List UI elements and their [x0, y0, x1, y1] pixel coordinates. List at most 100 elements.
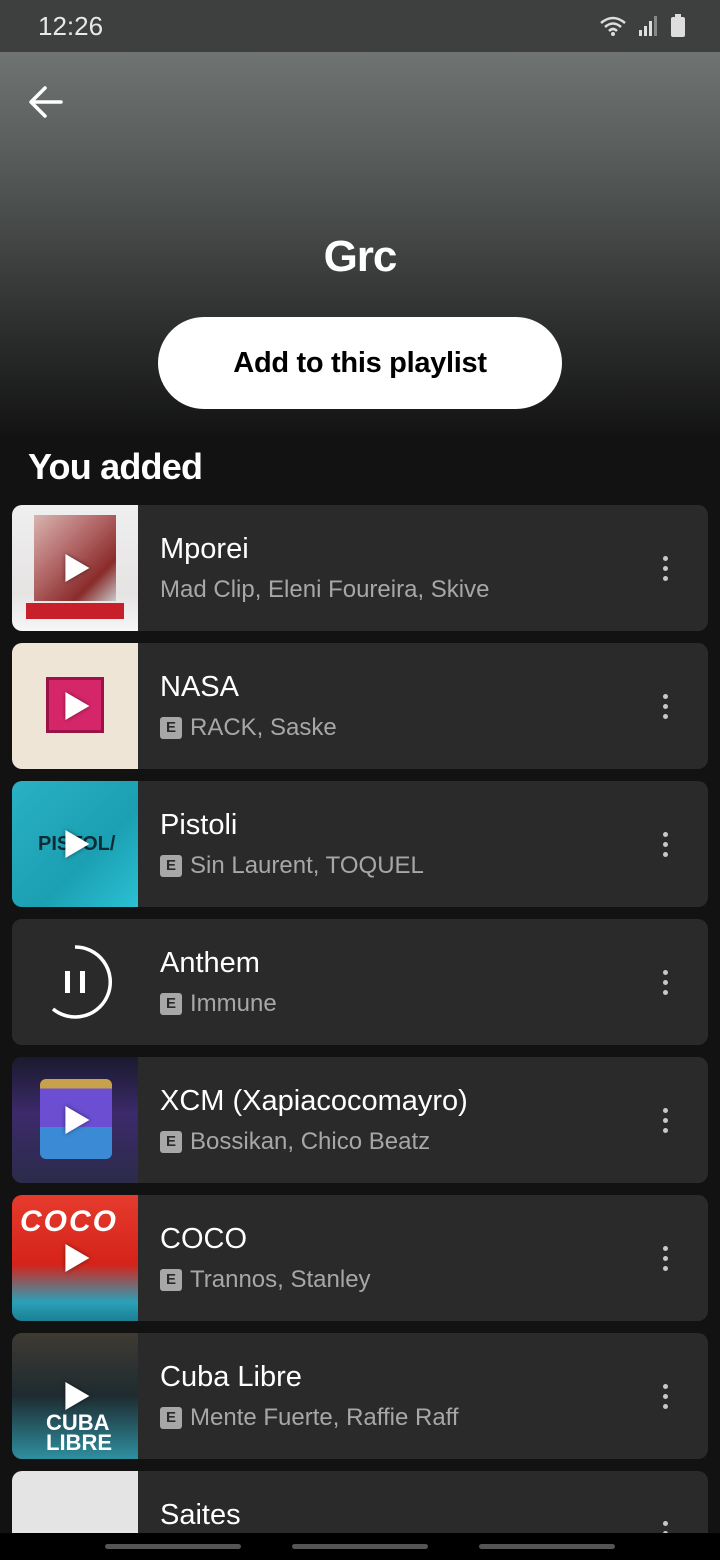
explicit-badge: E — [160, 716, 182, 739]
track-info: NASA E RACK, Saske — [138, 671, 622, 742]
more-options-button[interactable] — [622, 643, 708, 769]
dot-icon — [662, 713, 668, 719]
more-options-button[interactable] — [622, 505, 708, 631]
arrow-left-icon — [29, 86, 63, 118]
track-title: NASA — [160, 670, 239, 703]
wifi-icon — [600, 16, 626, 36]
explicit-badge: E — [160, 1406, 182, 1429]
status-icons — [598, 14, 686, 38]
dot-icon — [662, 1245, 668, 1251]
track-title: Cuba Libre — [160, 1360, 302, 1393]
more-options-button[interactable] — [622, 781, 708, 907]
explicit-badge: E — [160, 1130, 182, 1153]
track-info: Cuba Libre E Mente Fuerte, Raffie Raff — [138, 1361, 622, 1432]
home-handle[interactable] — [291, 1544, 428, 1549]
dot-icon — [662, 1117, 668, 1123]
album-cover[interactable] — [12, 1057, 138, 1183]
system-navigation-bar — [0, 1533, 720, 1560]
track-row[interactable]: NASA E RACK, Saske — [12, 643, 708, 769]
track-row[interactable]: XCM (Xapiacocomayro) E Bossikan, Chico B… — [12, 1057, 708, 1183]
dot-icon — [662, 1127, 668, 1133]
track-title: Mporei — [160, 532, 249, 565]
track-list: Mporei Mad Clip, Eleni Foureira, Skive N… — [12, 505, 708, 1560]
play-icon — [65, 1106, 90, 1134]
track-artists-line: E Immune — [160, 990, 622, 1018]
dot-icon — [662, 831, 668, 837]
track-row[interactable]: COCO COCO E Trannos, Stanley — [12, 1195, 708, 1321]
play-icon — [65, 554, 90, 582]
track-artists-line: E RACK, Saske — [160, 714, 622, 742]
album-cover[interactable] — [12, 643, 138, 769]
dot-icon — [662, 1265, 668, 1271]
album-cover[interactable] — [12, 505, 138, 631]
album-cover[interactable]: COCO — [12, 1195, 138, 1321]
playlist-title: Grc — [323, 232, 398, 281]
track-artists: Sin Laurent, TOQUEL — [190, 851, 424, 879]
status-time: 12:26 — [38, 10, 104, 41]
track-artists-line: E Mente Fuerte, Raffie Raff — [160, 1404, 622, 1432]
track-title: COCO — [160, 1222, 247, 1255]
explicit-badge: E — [160, 1268, 182, 1291]
play-icon — [65, 1382, 90, 1410]
track-artists: Mad Clip, Eleni Foureira, Skive — [160, 575, 490, 603]
track-artists-line: E Bossikan, Chico Beatz — [160, 1128, 622, 1156]
album-cover[interactable]: CUBA LIBRE — [12, 1333, 138, 1459]
dot-icon — [662, 575, 668, 581]
section-title: You added — [28, 446, 203, 487]
dot-icon — [662, 989, 668, 995]
recent-apps-handle[interactable] — [105, 1544, 242, 1549]
signal-icon — [639, 16, 657, 36]
cover-text: CUBA LIBRE — [46, 1410, 112, 1455]
track-info: COCO E Trannos, Stanley — [138, 1223, 622, 1294]
track-artists: Bossikan, Chico Beatz — [190, 1127, 431, 1155]
track-title: Pistoli — [160, 808, 238, 841]
pause-icon[interactable] — [35, 942, 115, 1022]
add-to-playlist-button[interactable]: Add to this playlist — [158, 317, 562, 409]
track-title: XCM (Xapiacocomayro) — [160, 1084, 468, 1117]
dot-icon — [662, 1393, 668, 1399]
track-row[interactable]: PISTOL/ Pistoli E Sin Laurent, TOQUEL — [12, 781, 708, 907]
album-cover[interactable]: PISTOL/ — [12, 781, 138, 907]
more-options-button[interactable] — [622, 1057, 708, 1183]
cover-text: COCO — [20, 1205, 118, 1238]
more-options-button[interactable] — [622, 1195, 708, 1321]
track-artists: Immune — [190, 989, 277, 1017]
dot-icon — [662, 851, 668, 857]
track-artists-line: E Sin Laurent, TOQUEL — [160, 852, 622, 880]
more-options-button[interactable] — [622, 1333, 708, 1459]
dot-icon — [662, 1403, 668, 1409]
track-row[interactable]: CUBA LIBRE Cuba Libre E Mente Fuerte, Ra… — [12, 1333, 708, 1459]
track-artists: Trannos, Stanley — [190, 1265, 371, 1293]
track-artists: RACK, Saske — [190, 713, 337, 741]
battery-icon — [671, 14, 685, 37]
dot-icon — [662, 703, 668, 709]
more-options-button[interactable] — [622, 919, 708, 1045]
dot-icon — [662, 555, 668, 561]
track-info: Pistoli E Sin Laurent, TOQUEL — [138, 809, 622, 880]
status-bar: 12:26 — [0, 0, 720, 52]
dot-icon — [662, 979, 668, 985]
track-info: XCM (Xapiacocomayro) E Bossikan, Chico B… — [138, 1085, 622, 1156]
track-info: Saites — [138, 1471, 622, 1532]
track-title: Saites — [160, 1499, 241, 1531]
dot-icon — [662, 1255, 668, 1261]
back-button[interactable] — [22, 78, 70, 126]
track-artists-line: E Trannos, Stanley — [160, 1266, 622, 1294]
dot-icon — [662, 693, 668, 699]
track-title: Anthem — [160, 946, 260, 979]
screen: 12:26 Grc Add to this playlist You added… — [0, 0, 720, 1560]
play-icon — [65, 830, 90, 858]
track-artists-line: Mad Clip, Eleni Foureira, Skive — [160, 576, 622, 604]
track-artists: Mente Fuerte, Raffie Raff — [190, 1403, 459, 1431]
track-info: Mporei Mad Clip, Eleni Foureira, Skive — [138, 533, 622, 604]
track-row[interactable]: Mporei Mad Clip, Eleni Foureira, Skive — [12, 505, 708, 631]
explicit-badge: E — [160, 992, 182, 1015]
track-row[interactable]: Anthem E Immune — [12, 919, 708, 1045]
dot-icon — [662, 1383, 668, 1389]
back-handle[interactable] — [478, 1544, 615, 1549]
album-cover[interactable] — [12, 919, 138, 1045]
cover-banner — [26, 603, 124, 619]
dot-icon — [662, 841, 668, 847]
dot-icon — [662, 1521, 668, 1526]
play-icon — [65, 1244, 90, 1272]
